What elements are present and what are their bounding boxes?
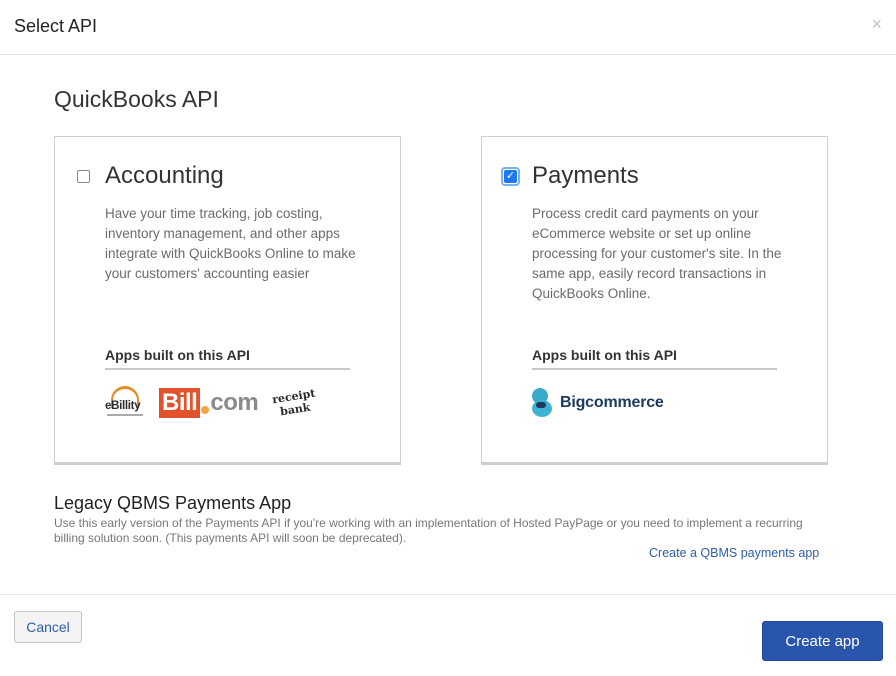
bigcommerce-logo-text: Bigcommerce [560, 394, 664, 411]
accounting-description: Have your time tracking, job costing, in… [105, 206, 356, 281]
dialog-footer: Cancel Create app [0, 594, 896, 676]
legacy-title: Legacy QBMS Payments App [54, 493, 292, 513]
legacy-description: Use this early version of the Payments A… [54, 516, 803, 545]
ebillity-logo: eBillity [105, 386, 147, 420]
payments-title: Payments [532, 162, 639, 189]
payments-checkbox[interactable]: ✓ [501, 167, 520, 186]
dialog-header: Select API × [0, 0, 896, 55]
payments-description: Process credit card payments on your eCo… [532, 206, 782, 301]
create-app-button[interactable]: Create app [762, 621, 883, 661]
accounting-checkbox[interactable] [77, 170, 90, 183]
close-icon[interactable]: × [871, 14, 882, 34]
payments-apps-label: Apps built on this API [532, 347, 777, 370]
section-title: QuickBooks API [54, 86, 219, 112]
select-api-dialog: Select API × QuickBooks API Accounting H… [0, 0, 896, 676]
bill-com-logo-com: com [210, 389, 259, 416]
accounting-apps-label: Apps built on this API [105, 347, 350, 370]
dialog-title: Select API [14, 16, 98, 36]
bill-com-logo: Bill com [159, 388, 259, 418]
payments-app-logos: Bigcommerce [532, 385, 664, 421]
checkmark-icon: ✓ [504, 170, 517, 183]
create-qbms-app-link[interactable]: Create a QBMS payments app [649, 546, 819, 560]
bigcommerce-mark-icon [532, 388, 552, 418]
accounting-card[interactable]: Accounting Have your time tracking, job … [54, 136, 401, 465]
cancel-button[interactable]: Cancel [14, 611, 82, 643]
bill-com-logo-bill: Bill [159, 388, 201, 418]
receipt-bank-logo: receipt bank [271, 386, 316, 420]
ebillity-logo-text: eBillity [105, 400, 141, 412]
accounting-title: Accounting [105, 162, 224, 189]
payments-card[interactable]: ✓ Payments Process credit card payments … [481, 136, 828, 465]
accounting-app-logos: eBillity Bill com receipt bank [105, 385, 316, 421]
bigcommerce-logo: Bigcommerce [532, 388, 664, 418]
